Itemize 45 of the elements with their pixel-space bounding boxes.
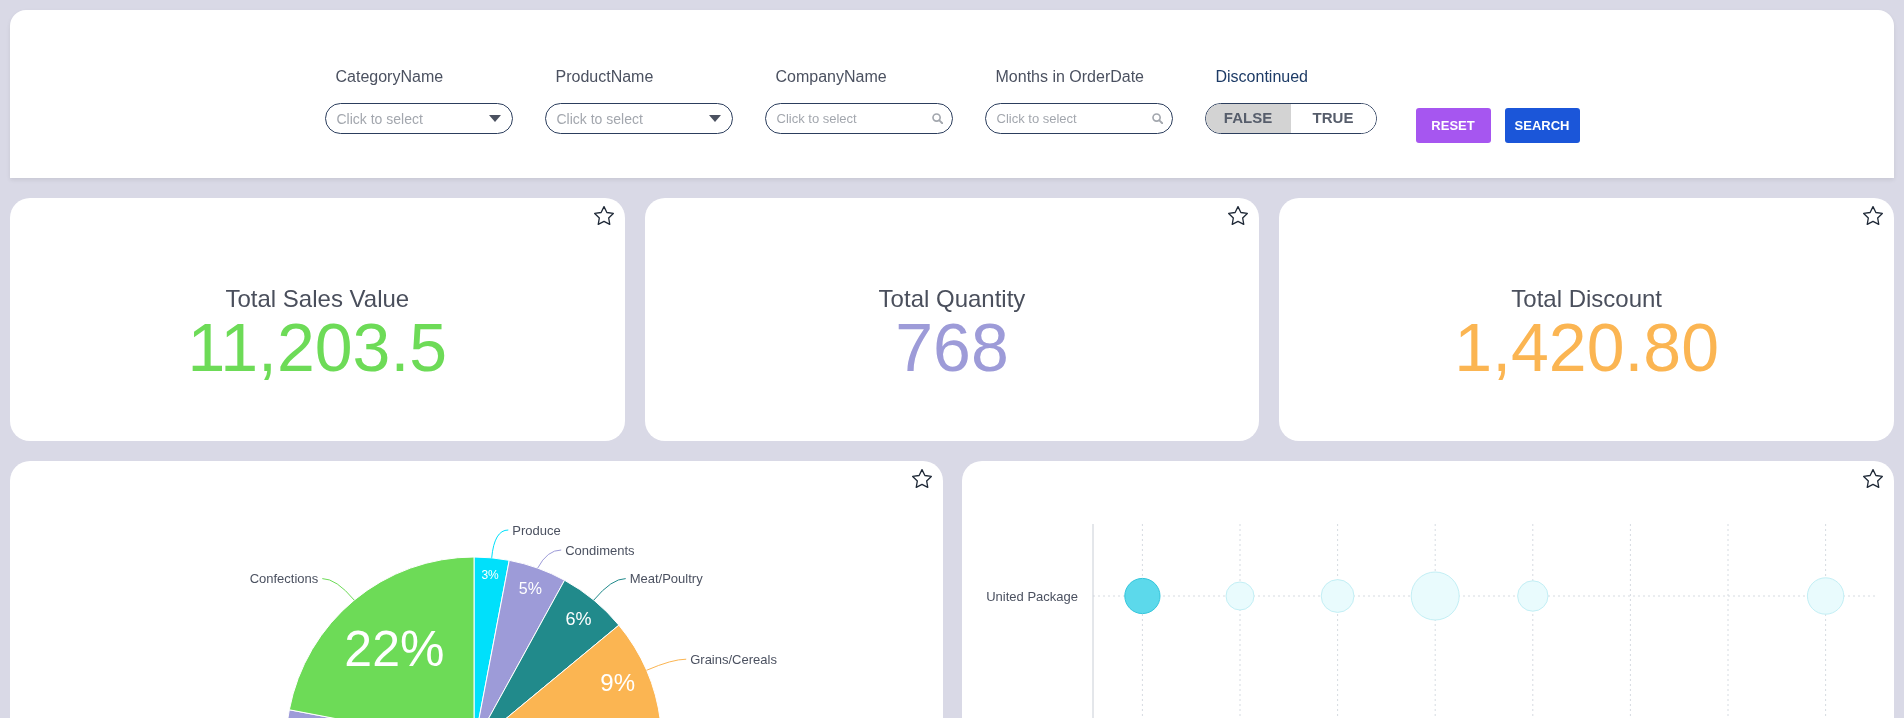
kpi-title: Total Discount (1511, 285, 1663, 313)
leader-line (537, 549, 562, 569)
category-label: Confections (249, 571, 319, 587)
filter-label: Months in OrderDate (994, 67, 1145, 87)
percent-label: 22% (344, 620, 445, 677)
category-label: Produce (512, 522, 561, 538)
kpi-value: 11,203.5 (187, 313, 448, 381)
star-icon[interactable] (593, 206, 614, 225)
leader-line (593, 578, 627, 601)
percent-label: 3% (481, 567, 499, 582)
kpi-value: 768 (895, 313, 1009, 381)
axis-label: United Package (985, 588, 1078, 604)
leader-line (646, 658, 687, 671)
star-icon[interactable] (1863, 469, 1883, 488)
category-label: Grains/Cereals (690, 651, 777, 667)
dropdown-field[interactable]: Click to select (324, 103, 513, 134)
leader-line (491, 529, 509, 559)
percent-label: 5% (518, 580, 542, 597)
reset-button[interactable]: RESET (1415, 108, 1491, 143)
kpi-title: Total Quantity (878, 285, 1026, 313)
dropdown-field[interactable]: Click to select (544, 103, 733, 134)
category-label: Meat/Poultry (629, 571, 703, 587)
filter-label: Discontinued (1214, 67, 1309, 87)
caret-icon (708, 115, 721, 122)
filter-label: CompanyName (774, 67, 888, 87)
leader-line (321, 578, 355, 601)
category-label: Condiments (565, 542, 635, 558)
search-field[interactable]: Click to select (764, 103, 953, 134)
caret-icon (488, 115, 501, 122)
star-icon[interactable] (1863, 206, 1883, 225)
toggle-switch[interactable]: FALSE TRUE (1204, 103, 1377, 134)
star-icon[interactable] (1228, 206, 1249, 225)
search-button[interactable]: SEARCH (1504, 108, 1580, 143)
search-icon (1151, 113, 1163, 124)
kpi-title: Total Sales Value (225, 285, 410, 313)
filter-label: ProductName (554, 67, 655, 87)
star-icon[interactable] (911, 469, 932, 488)
kpi-value: 1,420.80 (1454, 313, 1719, 381)
search-field[interactable]: Click to select (984, 103, 1173, 134)
toggle-option[interactable]: FALSE (1205, 104, 1291, 133)
percent-label: 6% (565, 608, 592, 629)
search-icon (931, 113, 943, 124)
percent-label: 9% (600, 669, 636, 697)
filter-label: CategoryName (334, 67, 445, 87)
bubble[interactable] (1123, 577, 1160, 615)
